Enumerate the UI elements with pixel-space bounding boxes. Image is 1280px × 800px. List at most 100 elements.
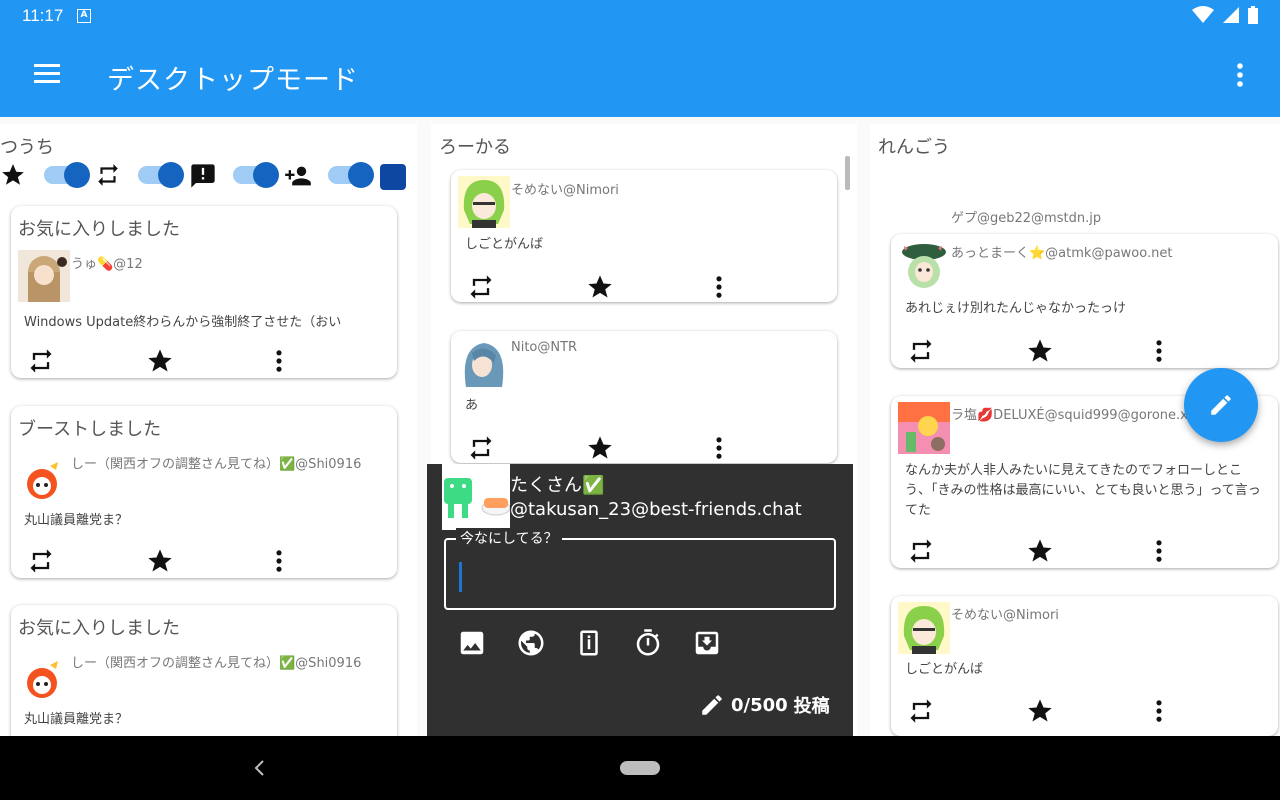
back-icon[interactable] (250, 758, 270, 778)
post-actions (11, 347, 397, 377)
boost-button[interactable] (27, 547, 55, 575)
signal-icon (1223, 7, 1239, 23)
favourite-button[interactable] (586, 434, 614, 462)
post-actions (891, 337, 1278, 367)
more-vert-button[interactable] (1145, 337, 1173, 365)
post-text: しごとがんば (465, 237, 544, 252)
username[interactable]: あっとまーく⭐@atmk@pawoo.net (951, 242, 1172, 261)
notification-card[interactable]: ブーストしました しー（関西オフの調整さん見てね）✅@Shi0916 丸山議員離… (11, 406, 397, 578)
post-actions (891, 537, 1278, 567)
mention-toggle[interactable] (233, 162, 279, 188)
notification-filter-row (0, 160, 417, 190)
post-text: 丸山議員離党ま？ (24, 513, 129, 528)
favourite-button[interactable] (146, 347, 174, 375)
wifi-icon (1192, 6, 1214, 23)
boost-toggle[interactable] (138, 162, 184, 188)
avatar[interactable] (22, 458, 70, 506)
compose-account: たくさん✅ @takusan_23@best-friends.chat (510, 474, 802, 522)
home-pill[interactable] (620, 761, 660, 775)
status-card[interactable]: そめない@Nimori しごとがんば (891, 596, 1278, 736)
notifications-column: つうち お気に入りしました うゅ💊@12 Windows Update終わらんか… (0, 124, 417, 736)
username[interactable]: しー（関西オフの調整さん見てね）✅@Shi0916 (71, 652, 361, 671)
more-vert-button[interactable] (265, 347, 293, 375)
favourite-button[interactable] (146, 547, 174, 575)
favourite-toggle[interactable] (44, 162, 90, 188)
char-counter: 0/500 (731, 694, 788, 716)
more-vert-button[interactable] (705, 434, 733, 462)
status-bar: 11:17 A (0, 0, 1280, 32)
boost-button[interactable] (467, 273, 495, 301)
post-button[interactable]: 0/500 投稿 (699, 692, 830, 718)
username[interactable]: しー（関西オフの調整さん見てね）✅@Shi0916 (71, 453, 361, 472)
avatar[interactable] (458, 176, 510, 228)
favourite-button[interactable] (1026, 337, 1054, 365)
menu-icon[interactable] (34, 63, 60, 85)
username[interactable]: うゅ💊@12 (71, 253, 143, 272)
more-vert-button[interactable] (705, 273, 733, 301)
more-vert-button[interactable] (265, 547, 293, 575)
boost-button[interactable] (907, 697, 935, 725)
post-text: Windows Update終わらんから強制終了させた（おい (24, 315, 342, 330)
boost-button[interactable] (27, 347, 55, 375)
draft-inbox-icon[interactable] (692, 628, 722, 658)
compose-input[interactable] (458, 560, 818, 590)
username[interactable]: ゲプ@geb22@mstdn.jp (951, 207, 1101, 226)
post-text: 丸山議員離党ま？ (24, 712, 129, 727)
notification-card[interactable]: お気に入りしました うゅ💊@12 Windows Update終わらんから強制終… (11, 206, 397, 378)
username[interactable]: Nito@NTR (511, 340, 577, 355)
follow-toggle[interactable] (328, 162, 374, 188)
favourite-button[interactable] (1026, 537, 1054, 565)
toggle-knob (253, 162, 279, 188)
star-icon (2, 164, 24, 185)
globe-icon[interactable] (516, 628, 546, 658)
favourite-button[interactable] (1026, 697, 1054, 725)
toggle-knob (348, 162, 374, 188)
more-vert-button[interactable] (1145, 537, 1173, 565)
compose-panel: たくさん✅ @takusan_23@best-friends.chat 今なにし… (427, 464, 853, 736)
boost-button[interactable] (907, 337, 935, 365)
pencil-icon (1211, 395, 1231, 415)
more-vert-button[interactable] (1145, 697, 1173, 725)
avatar[interactable] (22, 657, 70, 705)
post-button-label: 投稿 (793, 696, 830, 717)
compose-account-name: たくさん✅ (510, 475, 605, 496)
avatar[interactable] (458, 337, 510, 389)
content-warning-icon[interactable] (574, 628, 604, 658)
notification-card[interactable]: お気に入りしました しー（関西オフの調整さん見てね）✅@Shi0916 丸山議員… (11, 605, 397, 736)
post-text: なんか夫が人非人みたいに見えてきたのでフォローしとこう、「きみの性格は最高にいい… (905, 463, 1261, 518)
more-filter-icon (380, 164, 406, 190)
status-icons (1192, 6, 1258, 24)
toggle-knob (64, 162, 90, 188)
image-icon[interactable] (457, 628, 487, 658)
username[interactable]: そめない@Nimori (511, 179, 619, 198)
toggle-knob (158, 162, 184, 188)
avatar[interactable] (898, 402, 950, 454)
avatar[interactable] (898, 602, 950, 654)
compose-avatar[interactable] (442, 464, 510, 530)
post-actions (891, 697, 1278, 727)
username[interactable]: ラ塩💋DELUXÉ@squid999@gorone.xyz (951, 404, 1202, 423)
scrollbar[interactable] (845, 156, 850, 190)
avatar[interactable] (18, 250, 70, 302)
post-actions (451, 434, 837, 463)
post-text: あ (465, 398, 479, 413)
status-card[interactable]: そめない@Nimori しごとがんば (451, 170, 837, 302)
mention-alert-icon (191, 164, 215, 188)
boost-button[interactable] (467, 434, 495, 462)
battery-icon (1248, 6, 1258, 24)
column-title: ろーかる (439, 137, 511, 158)
compose-fab[interactable] (1184, 368, 1258, 442)
compose-text-field[interactable]: 今なにしてる？ (444, 528, 836, 610)
status-card[interactable]: ゲプ@geb22@mstdn.jp (891, 198, 1280, 238)
favourite-button[interactable] (586, 273, 614, 301)
post-text: あれじぇけ別れたんじゃなかったっけ (905, 301, 1127, 316)
boost-button[interactable] (907, 537, 935, 565)
avatar[interactable] (898, 240, 950, 292)
username[interactable]: そめない@Nimori (951, 604, 1059, 623)
more-vert-icon[interactable] (1228, 62, 1252, 88)
timer-icon[interactable] (633, 628, 663, 658)
status-card[interactable]: Nito@NTR あ (451, 331, 837, 463)
status-card[interactable]: あっとまーく⭐@atmk@pawoo.net あれじぇけ別れたんじゃなかったっけ (891, 234, 1278, 368)
column-title: つうち (0, 137, 54, 158)
column-title: れんごう (878, 137, 950, 158)
